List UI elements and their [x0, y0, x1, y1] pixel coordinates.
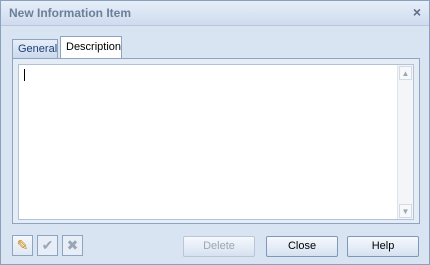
tab-general[interactable]: General — [12, 39, 58, 58]
x-icon: ✖ — [66, 237, 79, 253]
title-bar: New Information Item × — [1, 1, 429, 26]
vertical-scrollbar[interactable]: ▲ ▼ — [397, 65, 413, 219]
discard-button[interactable]: ✖ — [62, 235, 83, 256]
description-textarea[interactable]: ▲ ▼ — [18, 64, 414, 220]
scroll-up-icon[interactable]: ▲ — [399, 66, 412, 80]
delete-button[interactable]: Delete — [183, 236, 255, 257]
edit-button[interactable]: ✎ — [12, 235, 33, 256]
pencil-icon: ✎ — [16, 237, 29, 253]
help-button[interactable]: Help — [347, 236, 419, 257]
description-panel: ▲ ▼ — [12, 58, 420, 224]
close-button[interactable]: Close — [266, 236, 338, 257]
check-icon: ✔ — [41, 237, 54, 253]
tab-description[interactable]: Description — [60, 36, 122, 59]
text-caret — [24, 69, 25, 81]
dialog-window: New Information Item × General Descripti… — [0, 0, 430, 265]
window-title: New Information Item — [9, 6, 132, 20]
accept-button[interactable]: ✔ — [37, 235, 58, 256]
scroll-down-icon[interactable]: ▼ — [399, 204, 412, 218]
close-icon[interactable]: × — [413, 4, 421, 20]
